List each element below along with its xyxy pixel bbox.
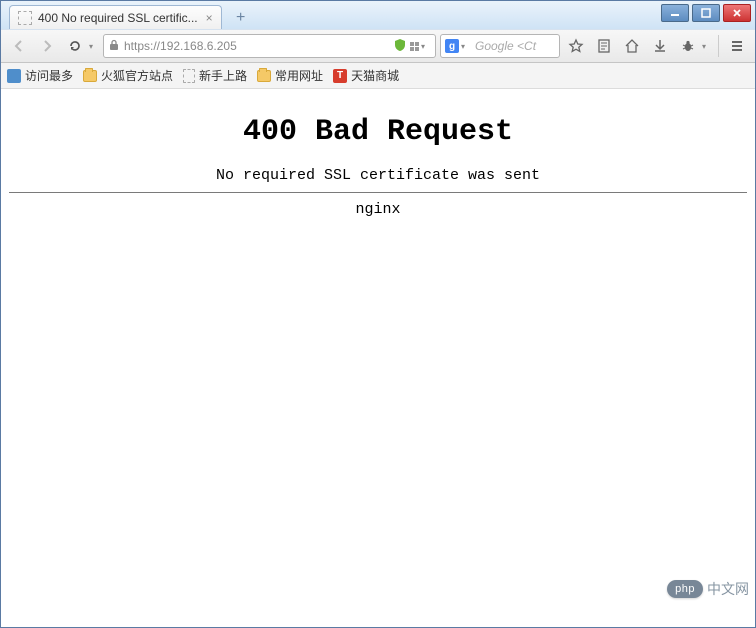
- search-provider-icon[interactable]: g: [445, 39, 459, 53]
- url-text: https://192.168.6.205: [124, 39, 390, 53]
- back-icon: [11, 38, 27, 54]
- download-icon: [652, 38, 668, 54]
- window-minimize-button[interactable]: [661, 4, 689, 22]
- toolbar-separator: [718, 35, 719, 57]
- url-caret-icon[interactable]: ▾: [421, 42, 431, 51]
- watermark-text: 中文网: [707, 579, 749, 599]
- home-button[interactable]: [620, 34, 644, 58]
- page-content: 400 Bad Request No required SSL certific…: [1, 89, 755, 228]
- reload-icon: [67, 38, 83, 54]
- addon-button[interactable]: [676, 34, 700, 58]
- bookmark-label: 新手上路: [199, 67, 247, 84]
- shield-icon[interactable]: [394, 38, 406, 55]
- addon-caret-icon[interactable]: ▾: [702, 42, 712, 51]
- search-provider-caret-icon[interactable]: ▾: [461, 42, 471, 51]
- reader-icon: [596, 38, 612, 54]
- browser-tab[interactable]: 400 No required SSL certific... ×: [9, 5, 222, 29]
- menu-icon: [729, 38, 745, 54]
- tab-favicon: [18, 11, 32, 25]
- bookmark-firefox-official[interactable]: 火狐官方站点: [83, 67, 173, 84]
- downloads-button[interactable]: [648, 34, 672, 58]
- bookmark-getting-started[interactable]: 新手上路: [183, 67, 247, 84]
- folder-icon: [257, 70, 271, 82]
- bookmark-label: 常用网址: [275, 67, 323, 84]
- window-close-button[interactable]: [723, 4, 751, 22]
- window-controls: [661, 4, 751, 22]
- window-maximize-button[interactable]: [692, 4, 720, 22]
- back-button[interactable]: [7, 34, 31, 58]
- reader-view-button[interactable]: [592, 34, 616, 58]
- reload-button[interactable]: [63, 34, 87, 58]
- bookmark-tmall[interactable]: T 天猫商城: [333, 67, 399, 84]
- error-server: nginx: [9, 201, 747, 218]
- bookmarks-bar: 访问最多 火狐官方站点 新手上路 常用网址 T 天猫商城: [1, 63, 755, 89]
- tab-title: 400 No required SSL certific...: [38, 11, 198, 25]
- bookmark-label: 火狐官方站点: [101, 67, 173, 84]
- nav-toolbar: ▾ https://192.168.6.205 ▾ g ▾ Google <Ct…: [1, 29, 755, 63]
- search-placeholder: Google <Ct: [475, 39, 555, 53]
- watermark: php 中文网: [667, 579, 749, 599]
- tab-close-icon[interactable]: ×: [206, 11, 213, 25]
- watermark-badge: php: [667, 580, 703, 598]
- minimize-icon: [670, 8, 680, 18]
- forward-icon: [39, 38, 55, 54]
- tmall-icon: T: [333, 69, 347, 83]
- lock-icon: [108, 39, 120, 54]
- bookmark-common-urls[interactable]: 常用网址: [257, 67, 323, 84]
- most-visited-icon: [7, 69, 21, 83]
- search-bar[interactable]: g ▾ Google <Ct: [440, 34, 560, 58]
- home-icon: [624, 38, 640, 54]
- folder-icon: [83, 70, 97, 82]
- forward-button[interactable]: [35, 34, 59, 58]
- bookmark-label: 访问最多: [25, 67, 73, 84]
- titlebar: 400 No required SSL certific... × +: [1, 1, 755, 29]
- error-subtitle: No required SSL certificate was sent: [9, 167, 747, 184]
- new-tab-button[interactable]: +: [228, 7, 254, 29]
- error-divider: [9, 192, 747, 193]
- menu-button[interactable]: [725, 34, 749, 58]
- error-title: 400 Bad Request: [9, 115, 747, 149]
- history-caret-icon[interactable]: ▾: [89, 42, 99, 51]
- maximize-icon: [701, 8, 711, 18]
- star-icon: [568, 38, 584, 54]
- bug-icon: [680, 38, 696, 54]
- bookmark-most-visited[interactable]: 访问最多: [7, 67, 73, 84]
- page-icon: [183, 69, 195, 83]
- bookmark-label: 天猫商城: [351, 67, 399, 84]
- close-icon: [732, 8, 742, 18]
- site-identity-icon[interactable]: [410, 42, 419, 51]
- bookmark-star-button[interactable]: [564, 34, 588, 58]
- url-bar[interactable]: https://192.168.6.205 ▾: [103, 34, 436, 58]
